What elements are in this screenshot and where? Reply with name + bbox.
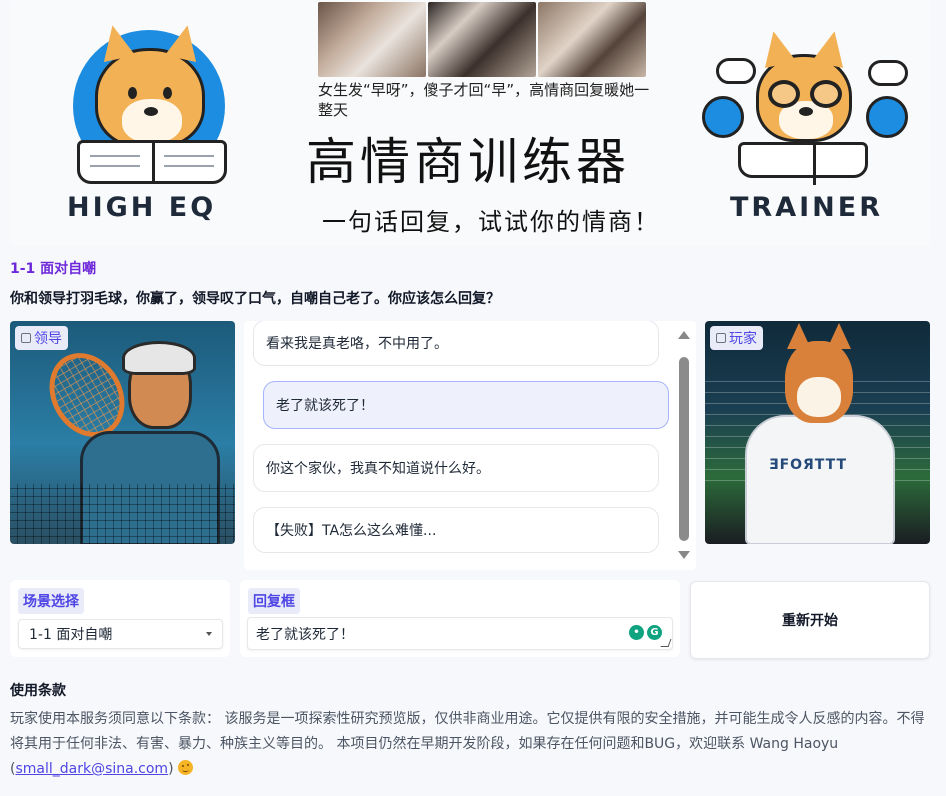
- terms-body: 玩家使用本服务须同意以下条款： 该服务是一项探索性研究预览版，仅供非商业用途。它…: [10, 707, 935, 782]
- smile-emoji-icon: [178, 760, 193, 775]
- banner-image: HIGH EQ 女生发“早呀”，傻子才回“早”，高情商回复暖她一整天 高情商训练…: [10, 0, 930, 246]
- banner-subtitle: 一句话回复，试试你的情商！: [322, 208, 660, 236]
- thought-cloud-icon: [716, 58, 756, 84]
- couple-photo: [428, 2, 536, 77]
- glasses-icon: [810, 80, 842, 108]
- badminton-net: [10, 484, 235, 544]
- leader-hair: [122, 341, 196, 375]
- leader-label: 领导: [34, 331, 62, 347]
- restart-button[interactable]: 重新开始: [690, 581, 930, 659]
- resize-handle-icon[interactable]: [660, 639, 672, 647]
- thought-cloud-icon: [868, 60, 908, 86]
- reply-text: 老了就该死了！: [256, 626, 354, 643]
- scenario-name: 1-1 面对自嘲: [10, 261, 97, 277]
- scene-select-label: 场景选择: [18, 588, 84, 614]
- contact-email-link[interactable]: small_dark@sina.com: [15, 761, 168, 777]
- book-icon: [77, 140, 227, 184]
- trainer-logo: TRAINER: [698, 28, 908, 230]
- reply-panel: 回复框 老了就该死了！ • G: [240, 580, 680, 657]
- terms-text-end: ): [168, 761, 174, 777]
- photo-strip: [318, 2, 646, 77]
- leader-message: 看来我是真老咯，不中用了。: [253, 321, 659, 366]
- couple-photo: [318, 2, 426, 77]
- leader-message: 你这个家伙，我真不知道说什么好。: [253, 444, 659, 492]
- grammarly-icon[interactable]: G: [647, 625, 662, 640]
- player-shirt: ƎFOЯTTT: [745, 415, 895, 544]
- glasses-icon: [768, 80, 800, 108]
- couple-photo: [538, 2, 646, 77]
- scene-dropdown-value: 1-1 面对自嘲: [29, 627, 113, 643]
- scroll-up-arrow-icon[interactable]: [678, 331, 690, 339]
- shirt-text: ƎFOЯTTT: [769, 457, 848, 473]
- banner-title: 高情商训练器: [306, 133, 630, 191]
- reply-box-label: 回复框: [248, 588, 300, 614]
- book-icon: [738, 142, 868, 185]
- scene-select-panel: 场景选择 1-1 面对自嘲: [10, 580, 230, 657]
- player-label: 玩家: [729, 331, 757, 347]
- reply-textarea[interactable]: 老了就该死了！ • G: [247, 617, 673, 650]
- terms-title: 使用条款: [10, 683, 66, 699]
- chat-scrollbar[interactable]: [679, 357, 689, 541]
- doge-icon: [95, 22, 205, 148]
- image-icon: [716, 333, 726, 343]
- bulb-icon[interactable]: •: [629, 625, 644, 640]
- globe-icon: [702, 96, 744, 138]
- globe-icon: [866, 96, 908, 138]
- player-avatar-card: ƎFOЯTTT 玩家: [705, 321, 930, 544]
- shiba-head: [785, 323, 853, 423]
- leader-label-tag: 领导: [15, 326, 68, 350]
- scenario-question: 你和领导打羽毛球，你赢了，领导叹了口气，自嘲自己老了。你应该怎么回复？: [10, 291, 500, 307]
- image-icon: [21, 333, 31, 343]
- logo-left-text: HIGH EQ: [67, 192, 217, 223]
- scene-dropdown[interactable]: 1-1 面对自嘲: [18, 619, 223, 649]
- high-eq-logo: HIGH EQ: [65, 22, 250, 227]
- player-label-tag: 玩家: [710, 326, 763, 350]
- scroll-down-arrow-icon[interactable]: [678, 551, 690, 559]
- chevron-down-icon: [206, 632, 212, 636]
- player-message: 老了就该死了！: [263, 381, 669, 429]
- result-message: 【失败】TA怎么这么难懂...: [253, 507, 659, 553]
- chat-panel[interactable]: 看来我是真老咯，不中用了。 老了就该死了！ 你这个家伙，我真不知道说什么好。 【…: [244, 321, 696, 570]
- logo-right-text: TRAINER: [730, 192, 883, 223]
- banner-caption: 女生发“早呀”，傻子才回“早”，高情商回复暖她一整天: [318, 81, 650, 119]
- leader-avatar-card: 领导: [10, 321, 235, 544]
